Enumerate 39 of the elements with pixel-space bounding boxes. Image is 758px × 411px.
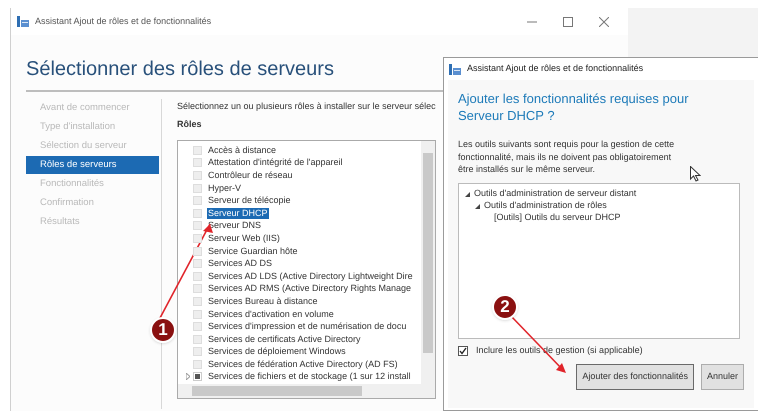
app-icon xyxy=(17,16,29,27)
role-item[interactable]: Services d'activation en volume xyxy=(207,308,335,320)
role-item[interactable]: Serveur DHCP xyxy=(207,208,269,219)
dialog-heading: Ajouter les fonctionnalités requises pour Serveur DHCP ? xyxy=(458,90,690,125)
role-item[interactable]: Services de fédération Active Directory (AD FS) xyxy=(207,358,399,370)
horizontal-scrollbar[interactable] xyxy=(178,384,435,398)
roles-label: Rôles xyxy=(177,118,203,131)
app-icon xyxy=(449,64,461,74)
role-item[interactable]: Hyper-V xyxy=(207,182,242,194)
role-item[interactable]: Accès à distance xyxy=(207,144,278,156)
role-item[interactable]: Services de déploiement Windows xyxy=(207,346,347,358)
description-text: Les outils suivants sont requis pour la gestion de cette fonctionnalité, mais ils ne doivent pas obligatoirement être installés sur le même serveur. xyxy=(458,138,676,176)
role-item[interactable]: Services de certificats Active Directory xyxy=(207,334,362,345)
role-item[interactable]: Services de fichiers et de stockage (1 sur 12 install xyxy=(207,371,412,382)
tree-item: [Outils] Outils du serveur DHCP xyxy=(494,211,621,224)
dialog-button[interactable]: Ajouter des fonctionnalités xyxy=(576,364,694,390)
role-item[interactable]: Services Bureau à distance xyxy=(207,296,319,307)
maximize-icon[interactable] xyxy=(563,16,573,26)
role-item[interactable]: Service Guardian hôte xyxy=(207,246,299,257)
dialog-title: Assistant Ajout de rôles et de fonctionnalités xyxy=(467,62,644,76)
role-item[interactable]: Services d'impression et de numérisation de docu xyxy=(207,321,408,332)
role-item[interactable]: Attestation d'intégrité de l'appareil xyxy=(207,157,344,168)
role-item[interactable]: Services AD RMS (Active Directory Rights Manage xyxy=(207,283,412,294)
window-title: Assistant Ajout de rôles et de fonctionnalités xyxy=(35,14,212,28)
vertical-scrollbar[interactable] xyxy=(421,141,435,384)
instruction-text: Sélectionnez un ou plusieurs rôles à installer sur le serveur sélec xyxy=(177,100,436,113)
role-item[interactable]: Services AD DS xyxy=(207,258,274,270)
dialog-button[interactable]: Annuler xyxy=(700,364,744,390)
page-heading: Sélectionner des rôles de serveurs xyxy=(26,58,334,80)
role-item[interactable]: Serveur Web (IIS) xyxy=(207,232,281,244)
sidebar-item[interactable]: Rôles de serveurs xyxy=(26,156,159,174)
checkbox[interactable] xyxy=(458,346,468,356)
role-item[interactable]: Serveur de télécopie xyxy=(207,195,292,206)
role-item[interactable]: Contrôleur de réseau xyxy=(207,170,294,181)
role-item[interactable]: Serveur DNS xyxy=(207,220,262,232)
tree-item: Outils d'administration de rôles xyxy=(484,199,607,212)
close-icon[interactable] xyxy=(599,16,609,26)
role-item[interactable]: Services AD LDS (Active Directory Lightweight Dire xyxy=(207,270,414,282)
tree-item: Outils d'administration de serveur distant xyxy=(474,187,636,200)
